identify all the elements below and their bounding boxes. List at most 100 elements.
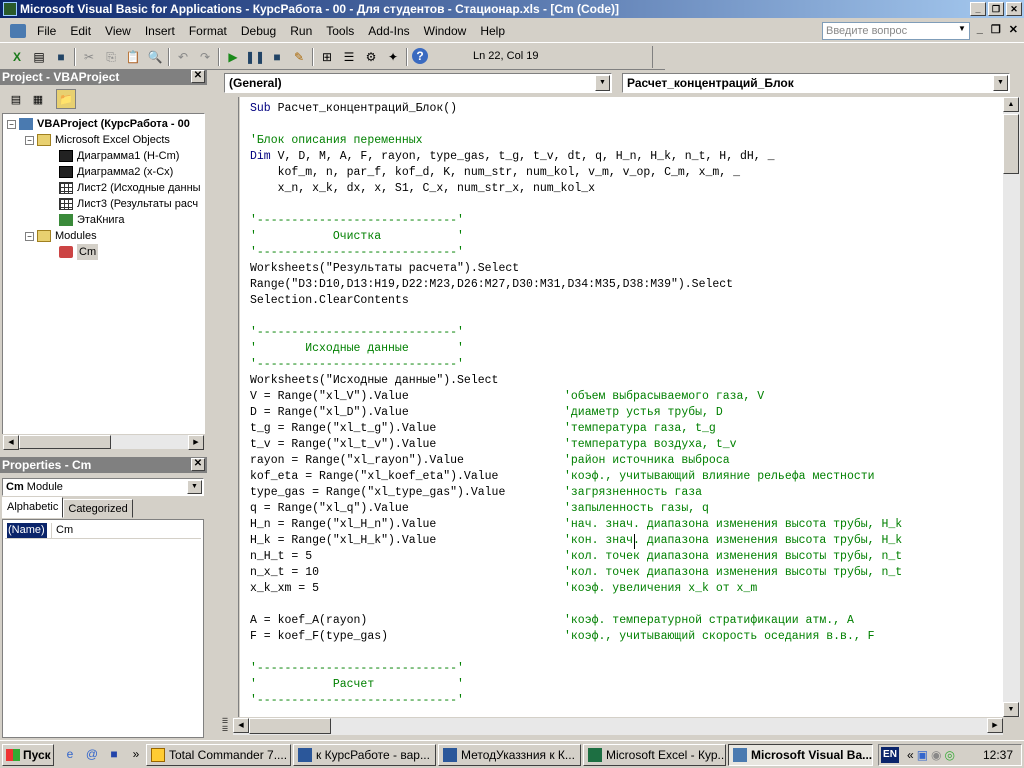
code-inline-comment[interactable]: 'кол. точек диапазона изменения высоты т… <box>564 549 902 565</box>
code-line[interactable]: '-----------------------------' <box>250 245 464 261</box>
ask-dropdown-icon[interactable]: ▼ <box>958 24 966 33</box>
excel-app-icon[interactable] <box>3 2 17 16</box>
code-inline-comment[interactable]: 'коэф. температурной стратификации атм.,… <box>564 613 854 629</box>
close-button[interactable]: ✕ <box>1006 2 1022 16</box>
chevron-down-icon[interactable]: ▼ <box>595 75 610 91</box>
chevron-down-icon[interactable]: ▼ <box>993 75 1008 91</box>
code-line[interactable]: '-----------------------------' <box>250 325 464 341</box>
task-excel[interactable]: Microsoft Excel - Кур... <box>583 744 726 766</box>
code-line[interactable]: t_v = Range("xl_t_v").Value <box>250 437 436 453</box>
collapse-icon[interactable]: − <box>25 231 34 241</box>
tray-expand-icon[interactable]: « <box>907 748 914 762</box>
full-module-view-icon[interactable]: ☰ <box>217 726 233 734</box>
procedure-select[interactable]: Расчет_концентраций_Блок ▼ <box>622 73 1010 93</box>
network-icon[interactable]: ▣ <box>917 748 928 762</box>
tree-item-vbaproject[interactable]: − VBAProject (КурсРабота - 00 <box>7 116 190 132</box>
code-margin-indicator-bar[interactable] <box>219 97 239 717</box>
view-excel-icon[interactable]: X <box>8 48 26 66</box>
property-row[interactable]: (Name) Cm <box>5 523 201 539</box>
cut-icon[interactable]: ✂ <box>80 48 98 66</box>
code-line[interactable]: ' Расчет ' <box>250 677 464 693</box>
menu-format[interactable]: Format <box>182 24 234 38</box>
break-icon[interactable]: ❚❚ <box>245 48 265 66</box>
chevron-down-icon[interactable]: ▼ <box>187 480 202 494</box>
save-icon[interactable]: ■ <box>52 48 70 66</box>
property-value[interactable]: Cm <box>51 523 73 538</box>
code-line[interactable]: Range("D3:D10,D13:H19,D22:M23,D26:M27,D3… <box>250 277 733 293</box>
code-line[interactable]: kof_eta = Range("xl_koef_eta").Value <box>250 469 498 485</box>
code-line[interactable]: '-----------------------------' <box>250 213 464 229</box>
redo-icon[interactable]: ↷ <box>196 48 214 66</box>
code-line[interactable]: q = Range("xl_q").Value <box>250 501 409 517</box>
scroll-right-icon[interactable]: ▶ <box>188 435 204 450</box>
code-line[interactable]: kof_m, n, par_f, kof_d, K, num_str, num_… <box>250 165 740 181</box>
scroll-down-icon[interactable]: ▼ <box>1003 702 1019 717</box>
antivirus-icon[interactable]: ◉ <box>931 748 941 762</box>
ie-icon[interactable]: e <box>62 746 78 762</box>
code-line[interactable]: ' Исходные данные ' <box>250 341 464 357</box>
restore-button[interactable]: ❐ <box>988 2 1004 16</box>
scroll-thumb[interactable] <box>19 435 111 449</box>
code-line[interactable]: n_x_t = 10 <box>250 565 319 581</box>
project-hscrollbar[interactable]: ◀ ▶ <box>2 434 205 450</box>
code-line[interactable]: V = Range("xl_V").Value <box>250 389 409 405</box>
tree-item-sheet2[interactable]: Лист2 (Исходные данны <box>59 180 201 196</box>
menu-view[interactable]: View <box>98 24 138 38</box>
code-line[interactable]: x_k_xm = 5 <box>250 581 319 597</box>
menu-help[interactable]: Help <box>473 24 512 38</box>
toolbox-icon[interactable]: ✦ <box>384 48 402 66</box>
find-icon[interactable]: 🔍 <box>146 48 164 66</box>
code-line[interactable]: Worksheets("Исходные данные").Select <box>250 373 498 389</box>
tab-categorized[interactable]: Categorized <box>63 499 133 518</box>
menu-add-ins[interactable]: Add-Ins <box>361 24 416 38</box>
toggle-folders-icon[interactable]: 📁 <box>56 89 76 109</box>
code-inline-comment[interactable]: 'кол. точек диапазона изменения высоты т… <box>564 565 902 581</box>
scroll-left-icon[interactable]: ◀ <box>233 718 249 733</box>
object-browser-icon[interactable]: ⚙ <box>362 48 380 66</box>
code-line[interactable]: x_n, x_k, dx, x, S1, C_x, num_str_x, num… <box>250 181 595 197</box>
tab-alphabetic[interactable]: Alphabetic <box>2 497 64 518</box>
code-inline-comment[interactable]: 'коэф., учитывающий влияние рельефа мест… <box>564 469 875 485</box>
menu-debug[interactable]: Debug <box>234 24 283 38</box>
code-line[interactable]: '-----------------------------' <box>250 661 464 677</box>
more-launch-icon[interactable]: » <box>128 746 144 762</box>
language-indicator[interactable]: EN <box>881 747 899 763</box>
toolbar-overflow-handle[interactable] <box>652 46 664 68</box>
paste-icon[interactable]: 📋 <box>124 48 142 66</box>
properties-window-icon[interactable]: ☰ <box>340 48 358 66</box>
view-object-icon[interactable]: ▦ <box>28 89 48 109</box>
code-line[interactable]: D = Range("xl_D").Value <box>250 405 409 421</box>
doc-minimize-icon[interactable]: _ <box>977 23 983 36</box>
insert-userform-icon[interactable]: ▤ <box>30 48 48 66</box>
outlook-icon[interactable]: @ <box>84 746 100 762</box>
doc-restore-icon[interactable]: ❐ <box>991 23 1001 36</box>
code-inline-comment[interactable]: 'коэф. увеличения x_k от x_m <box>564 581 757 597</box>
menu-run[interactable]: Run <box>283 24 319 38</box>
doc-close-icon[interactable]: ✕ <box>1009 23 1018 36</box>
code-line[interactable]: t_g = Range("xl_t_g").Value <box>250 421 436 437</box>
scroll-left-icon[interactable]: ◀ <box>3 435 19 450</box>
scroll-right-icon[interactable]: ▶ <box>987 718 1003 733</box>
reset-icon[interactable]: ■ <box>268 48 286 66</box>
collapse-icon[interactable]: − <box>7 119 16 129</box>
object-select[interactable]: (General) ▼ <box>224 73 612 93</box>
tree-item-chart1[interactable]: Диаграмма1 (H-Cm) <box>59 148 179 164</box>
design-mode-icon[interactable]: ✎ <box>290 48 308 66</box>
procedure-view-icon[interactable]: ☰ <box>217 718 233 726</box>
menu-insert[interactable]: Insert <box>138 24 182 38</box>
code-inline-comment[interactable]: 'объем выбрасываемого газа, V <box>564 389 764 405</box>
ask-question-input[interactable]: Введите вопрос <box>822 22 970 40</box>
code-inline-comment[interactable]: 'загрязненность газа <box>564 485 702 501</box>
code-hscrollbar[interactable]: ◀ ▶ <box>233 718 1003 735</box>
vba-doc-icon[interactable] <box>10 24 26 38</box>
undo-icon[interactable]: ↶ <box>174 48 192 66</box>
code-inline-comment[interactable]: 'нач. знач. диапазона изменения высота т… <box>564 517 902 533</box>
code-inline-comment[interactable]: 'район источника выброса <box>564 453 730 469</box>
code-line[interactable]: ' Очистка ' <box>250 229 464 245</box>
properties-object-select[interactable]: Cm Module ▼ <box>2 478 204 496</box>
security-icon[interactable]: ◎ <box>945 748 955 762</box>
code-line[interactable]: H_n = Range("xl_H_n").Value <box>250 517 436 533</box>
task-word-2[interactable]: МетодУказзния к К... <box>438 744 581 766</box>
code-line[interactable]: '-----------------------------' <box>250 357 464 373</box>
scroll-thumb[interactable] <box>249 718 331 734</box>
